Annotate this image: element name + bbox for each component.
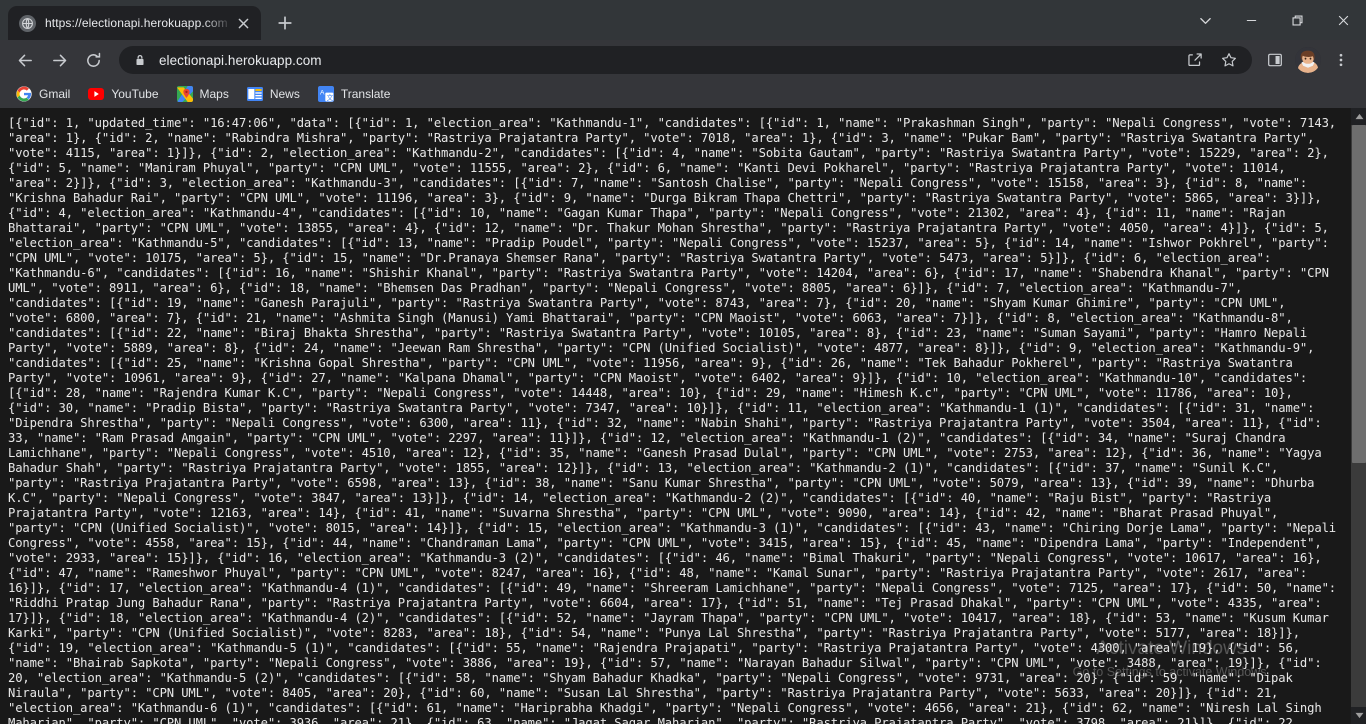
page-viewport: [{"id": 1, "updated_time": "16:47:06", "… xyxy=(0,108,1366,724)
maps-icon xyxy=(177,86,193,102)
translate-icon: A 文 xyxy=(318,86,334,102)
new-tab-button[interactable] xyxy=(271,9,299,37)
side-panel-icon[interactable] xyxy=(1261,46,1289,74)
scroll-down-arrow-icon[interactable] xyxy=(1351,707,1366,724)
share-icon[interactable] xyxy=(1181,46,1209,74)
window-close-icon[interactable] xyxy=(1320,0,1366,40)
reload-icon[interactable] xyxy=(79,46,107,74)
bookmark-label: Gmail xyxy=(39,87,70,101)
tab-search-icon[interactable] xyxy=(1182,0,1228,40)
tab-title: https://electionapi.herokuapp.com xyxy=(45,16,233,30)
vertical-scrollbar[interactable] xyxy=(1350,108,1366,724)
scrollbar-track[interactable] xyxy=(1351,125,1366,707)
page-content: [{"id": 1, "updated_time": "16:47:06", "… xyxy=(0,108,1350,724)
bookmark-label: Maps xyxy=(200,87,229,101)
bookmark-youtube[interactable]: YouTube xyxy=(80,82,166,106)
globe-icon xyxy=(19,15,36,32)
bookmark-label: News xyxy=(270,87,300,101)
bookmark-translate[interactable]: A 文 Translate xyxy=(310,82,399,106)
lock-icon xyxy=(132,52,148,68)
bookmark-star-icon[interactable] xyxy=(1215,46,1243,74)
forward-icon[interactable] xyxy=(45,46,73,74)
scroll-up-arrow-icon[interactable] xyxy=(1351,108,1366,125)
bookmark-label: YouTube xyxy=(111,87,158,101)
address-bar-url: electionapi.herokuapp.com xyxy=(159,53,1178,68)
svg-text:文: 文 xyxy=(327,93,334,102)
restore-icon[interactable] xyxy=(1274,0,1320,40)
browser-tab[interactable]: https://electionapi.herokuapp.com xyxy=(8,6,261,40)
bookmark-gmail[interactable]: Gmail xyxy=(8,82,78,106)
browser-window: https://electionapi.herokuapp.com xyxy=(0,0,1366,724)
json-response-body: [{"id": 1, "updated_time": "16:47:06", "… xyxy=(8,116,1342,724)
svg-text:A: A xyxy=(320,89,325,96)
youtube-icon xyxy=(88,86,104,102)
window-controls xyxy=(1182,0,1366,40)
tab-strip: https://electionapi.herokuapp.com xyxy=(0,0,1366,40)
back-icon[interactable] xyxy=(11,46,39,74)
bookmark-maps[interactable]: Maps xyxy=(169,82,237,106)
bookmark-label: Translate xyxy=(341,87,391,101)
gmail-icon xyxy=(16,86,32,102)
browser-toolbar: electionapi.herokuapp.com xyxy=(0,40,1366,80)
close-icon[interactable] xyxy=(233,13,253,33)
scrollbar-thumb[interactable] xyxy=(1352,125,1366,463)
address-bar[interactable]: electionapi.herokuapp.com xyxy=(119,46,1252,74)
bookmarks-bar: Gmail YouTube Maps xyxy=(0,80,1366,108)
avatar[interactable] xyxy=(1295,47,1321,73)
chrome-menu-icon[interactable] xyxy=(1327,46,1355,74)
minimize-icon[interactable] xyxy=(1228,0,1274,40)
news-icon xyxy=(247,86,263,102)
bookmark-news[interactable]: News xyxy=(239,82,308,106)
omnibox-actions xyxy=(1178,46,1246,74)
